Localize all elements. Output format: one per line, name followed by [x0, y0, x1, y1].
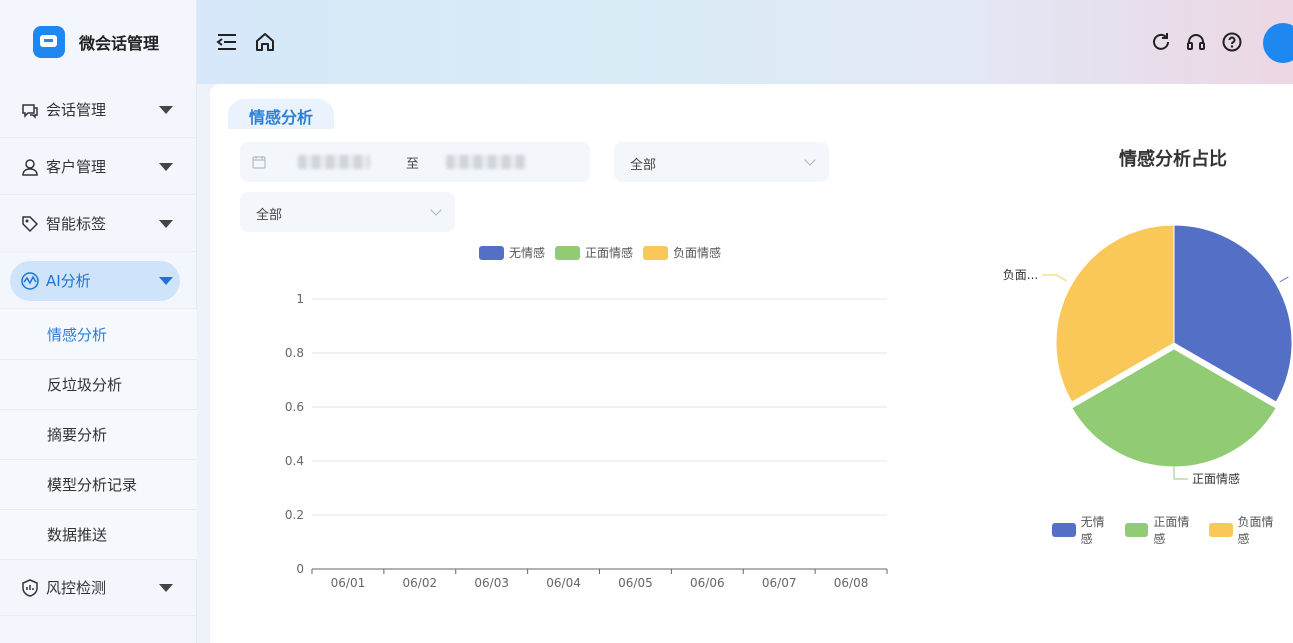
pie-label-line [1173, 467, 1188, 480]
source-select-value: 全部 [256, 208, 283, 223]
sidebar-subitem-model-log[interactable]: 模型分析记录 [0, 460, 197, 510]
sidebar-item-risk[interactable]: 风控检测 [0, 560, 197, 616]
help-icon[interactable] [1220, 30, 1244, 54]
caret-down-icon [159, 105, 173, 114]
pie-chart-title: 情感分析占比 [1119, 149, 1227, 170]
sidebar-item-customer[interactable]: 客户管理 [0, 139, 197, 195]
shield-icon [20, 578, 40, 598]
chat-icon [20, 100, 40, 120]
brand-logo-icon [33, 26, 65, 58]
x-tick-label: 06/06 [690, 576, 725, 590]
home-icon[interactable] [253, 30, 277, 54]
legend-item[interactable]: 无情感 [1052, 513, 1115, 547]
pie-label-line [1042, 274, 1067, 282]
legend-swatch [555, 245, 581, 260]
range-separator: 至 [406, 157, 420, 172]
legend-label: 负面情感 [673, 246, 722, 260]
sidebar-item-session[interactable]: 会话管理 [0, 82, 197, 138]
sidebar-subitem-summary[interactable]: 摘要分析 [0, 410, 197, 460]
legend-item[interactable]: 正面情感 [555, 244, 633, 261]
y-tick-label: 0.8 [285, 346, 304, 360]
pie-chart: 正面情感 负面... [1003, 224, 1293, 486]
user-icon [20, 157, 40, 177]
y-tick-label: 1 [296, 292, 304, 306]
sidebar-item-label: 会话管理 [46, 101, 107, 119]
source-select[interactable]: 全部 [240, 192, 455, 232]
sidebar-item-label: 智能标签 [46, 215, 107, 233]
refresh-icon[interactable] [1149, 30, 1173, 54]
pie-slice-label: 正面情感 [1192, 471, 1240, 486]
ai-icon [20, 271, 40, 291]
calendar-icon [252, 154, 266, 173]
line-chart: 1 0.8 0.6 0.4 0.2 0 06/01 06/02 06/03 06/04 06/05 0… [285, 292, 888, 590]
tag-icon [20, 214, 40, 234]
y-tick-label: 0 [296, 562, 304, 576]
legend-swatch [479, 245, 504, 260]
menu-icon[interactable] [215, 30, 239, 54]
sidebar-item-ai[interactable]: AI分析 [0, 253, 197, 309]
x-tick-label: 06/01 [331, 576, 366, 590]
pie-slice-label: 负面... [1003, 268, 1038, 282]
legend-swatch [1052, 523, 1076, 537]
date-range-picker[interactable]: 至 [240, 142, 590, 182]
legend-label: 负面情感 [1237, 515, 1274, 546]
chevron-down-icon [430, 204, 442, 216]
legend-swatch [643, 245, 669, 260]
avatar[interactable] [1263, 23, 1293, 63]
tab-sentiment-label: 情感分析 [249, 108, 314, 127]
x-tick-label: 06/04 [546, 576, 581, 590]
legend-label: 正面情感 [585, 246, 634, 260]
y-tick-label: 0.2 [285, 508, 304, 522]
caret-down-icon [159, 219, 173, 228]
sidebar-subitem-sentiment[interactable]: 情感分析 [0, 310, 197, 360]
legend-item[interactable]: 负面情感 [643, 244, 721, 261]
line-chart-legend: 无情感 正面情感 负面情感 [479, 244, 731, 261]
caret-down-icon [159, 276, 173, 285]
sidebar-item-tags[interactable]: 智能标签 [0, 196, 197, 252]
x-tick-label: 06/02 [403, 576, 438, 590]
brand: 微会话管理 [0, 0, 197, 84]
caret-down-icon [159, 162, 173, 171]
brand-name: 微会话管理 [79, 34, 160, 53]
pie-label-line [1279, 276, 1289, 283]
sidebar-subitem-antispam[interactable]: 反垃圾分析 [0, 360, 197, 410]
legend-label: 无情感 [1080, 515, 1105, 546]
legend-swatch [1124, 523, 1149, 537]
legend-item[interactable]: 负面情感 [1208, 513, 1283, 547]
caret-down-icon [159, 583, 173, 592]
sidebar-subitem-data-push[interactable]: 数据推送 [0, 510, 197, 560]
legend-item[interactable]: 无情感 [479, 244, 545, 261]
y-tick-label: 0.4 [285, 454, 304, 468]
x-tick-label: 06/07 [762, 576, 797, 590]
legend-item[interactable]: 正面情感 [1124, 513, 1199, 547]
legend-label: 无情感 [509, 246, 546, 260]
x-tick-label: 06/03 [474, 576, 509, 590]
top-header [197, 0, 1293, 84]
sentiment-select-value: 全部 [630, 158, 657, 173]
sidebar: 微会话管理 会话管理 客户管理 智能标签 AI分析 情感分析 反垃圾分析 摘要分… [0, 0, 197, 643]
x-tick-label: 06/08 [834, 576, 869, 590]
y-tick-label: 0.6 [285, 400, 304, 414]
legend-label: 正面情感 [1153, 515, 1190, 546]
chevron-down-icon [804, 154, 816, 166]
sidebar-item-label: 客户管理 [46, 158, 107, 176]
pie-chart-legend: 无情感 正面情感 负面情感 [1052, 513, 1293, 547]
headset-icon[interactable] [1184, 30, 1208, 54]
sidebar-item-label: AI分析 [46, 272, 91, 290]
legend-swatch [1208, 523, 1233, 537]
x-tick-label: 06/05 [618, 576, 653, 590]
sentiment-select[interactable]: 全部 [614, 142, 829, 182]
end-date-value [446, 155, 526, 169]
sidebar-item-label: 风控检测 [46, 579, 107, 597]
start-date-value [298, 155, 370, 169]
